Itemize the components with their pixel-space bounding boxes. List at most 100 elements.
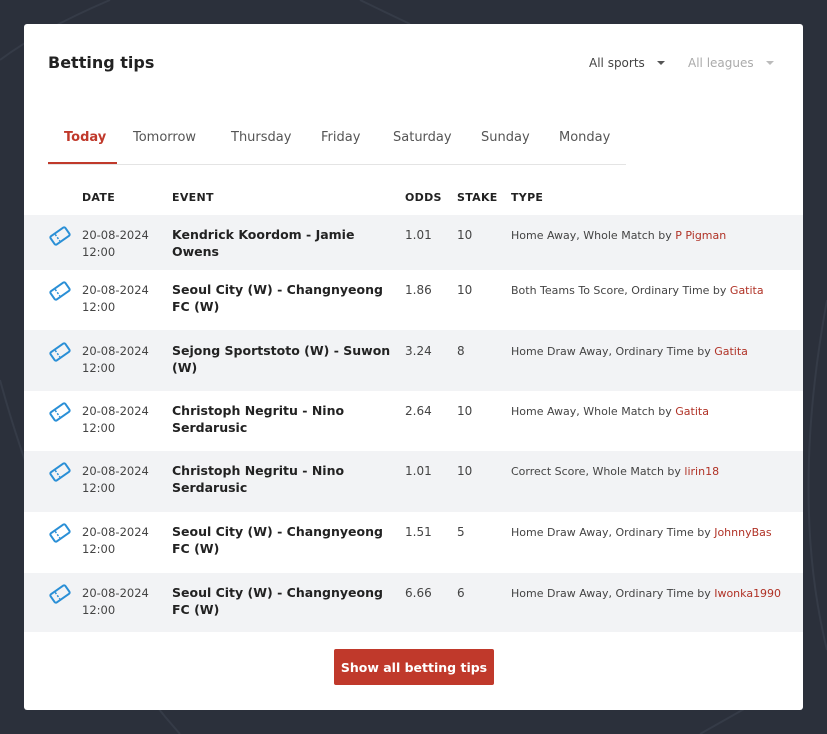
- table-row[interactable]: 20-08-2024 12:00 Christoph Negritu - Nino…: [24, 391, 803, 451]
- tip-stake: 10: [457, 464, 473, 478]
- tip-date-day: 20-08-2024: [82, 228, 149, 242]
- tip-date: 20-08-2024 12:00: [82, 585, 149, 619]
- tipster-link[interactable]: Gatita: [730, 284, 764, 297]
- caret-down-icon: [656, 61, 665, 65]
- tip-date-day: 20-08-2024: [82, 586, 149, 600]
- tip-type-text: Home Draw Away, Ordinary Time by: [511, 345, 715, 358]
- tip-date: 20-08-2024 12:00: [82, 227, 149, 261]
- tip-odds: 6.66: [405, 586, 432, 600]
- tip-time: 12:00: [82, 542, 116, 556]
- tip-date-day: 20-08-2024: [82, 464, 149, 478]
- tip-date: 20-08-2024 12:00: [82, 343, 149, 377]
- tab-thursday[interactable]: Thursday: [231, 130, 291, 145]
- tip-date-day: 20-08-2024: [82, 283, 149, 297]
- tipster-link[interactable]: Iwonka1990: [714, 587, 781, 600]
- tip-odds: 1.01: [405, 464, 432, 478]
- tipster-link[interactable]: P Pigman: [675, 229, 726, 242]
- tip-type-text: Home Away, Whole Match by: [511, 405, 676, 418]
- tip-date-day: 20-08-2024: [82, 404, 149, 418]
- column-header-odds: ODDS: [405, 191, 442, 204]
- tip-type: Correct Score, Whole Match by lirin18: [511, 463, 719, 480]
- column-header-stake: STAKE: [457, 191, 498, 204]
- tip-event[interactable]: Seoul City (W) - Changnyeong FC (W): [172, 523, 394, 557]
- tipster-link[interactable]: JohnnyBas: [714, 526, 771, 539]
- tipster-link[interactable]: lirin18: [684, 465, 719, 478]
- ticket-icon: [49, 281, 71, 301]
- ticket-icon: [49, 584, 71, 604]
- ticket-icon: [49, 226, 71, 246]
- tipster-link[interactable]: Gatita: [714, 345, 748, 358]
- tip-type: Home Draw Away, Ordinary Time by JohnnyB…: [511, 524, 772, 541]
- tab-sunday[interactable]: Sunday: [481, 130, 530, 145]
- tip-date: 20-08-2024 12:00: [82, 524, 149, 558]
- tip-type: Home Draw Away, Ordinary Time by Iwonka1…: [511, 585, 781, 602]
- active-tab-indicator: [48, 162, 117, 164]
- ticket-icon: [49, 402, 71, 422]
- tip-type-text: Correct Score, Whole Match by: [511, 465, 685, 478]
- tip-stake: 6: [457, 586, 465, 600]
- tip-time: 12:00: [82, 481, 116, 495]
- ticket-icon: [49, 523, 71, 543]
- tip-event[interactable]: Seoul City (W) - Changnyeong FC (W): [172, 281, 394, 315]
- tip-time: 12:00: [82, 603, 116, 617]
- tab-friday[interactable]: Friday: [321, 130, 360, 145]
- tip-stake: 10: [457, 228, 473, 242]
- tip-date-day: 20-08-2024: [82, 525, 149, 539]
- table-row[interactable]: 20-08-2024 12:00 Sejong Sportstoto (W) - …: [24, 330, 803, 391]
- leagues-filter-label: All leagues: [688, 56, 754, 70]
- day-tabs: Today Tomorrow Thursday Friday Saturday …: [48, 116, 626, 165]
- tip-date: 20-08-2024 12:00: [82, 403, 149, 437]
- tip-stake: 10: [457, 404, 473, 418]
- tab-monday[interactable]: Monday: [559, 130, 610, 145]
- tip-odds: 1.51: [405, 525, 432, 539]
- tip-odds: 3.24: [405, 344, 432, 358]
- tip-type: Both Teams To Score, Ordinary Time by Ga…: [511, 282, 764, 299]
- tip-type-text: Home Draw Away, Ordinary Time by: [511, 587, 715, 600]
- tab-saturday[interactable]: Saturday: [393, 130, 452, 145]
- tip-event[interactable]: Sejong Sportstoto (W) - Suwon (W): [172, 342, 394, 376]
- tip-event[interactable]: Christoph Negritu - Nino Serdarusic: [172, 402, 394, 436]
- tip-type: Home Draw Away, Ordinary Time by Gatita: [511, 343, 748, 360]
- tip-odds: 2.64: [405, 404, 432, 418]
- tip-event[interactable]: Kendrick Koordom - Jamie Owens: [172, 226, 394, 260]
- ticket-icon: [49, 462, 71, 482]
- tip-date: 20-08-2024 12:00: [82, 463, 149, 497]
- ticket-icon: [49, 342, 71, 362]
- tip-type: Home Away, Whole Match by Gatita: [511, 403, 709, 420]
- tip-time: 12:00: [82, 245, 116, 259]
- caret-down-icon: [765, 61, 774, 65]
- tip-stake: 8: [457, 344, 465, 358]
- widget-title: Betting tips: [48, 53, 155, 72]
- tip-time: 12:00: [82, 300, 116, 314]
- tab-today[interactable]: Today: [64, 130, 106, 145]
- sports-filter-dropdown[interactable]: All sports: [589, 56, 665, 70]
- leagues-filter-dropdown[interactable]: All leagues: [688, 56, 774, 70]
- column-header-date: DATE: [82, 191, 116, 204]
- betting-tips-card: Betting tips All sports All leagues Toda…: [24, 24, 803, 710]
- tip-stake: 5: [457, 525, 465, 539]
- tip-stake: 10: [457, 283, 473, 297]
- tab-tomorrow[interactable]: Tomorrow: [133, 130, 196, 145]
- table-row[interactable]: 20-08-2024 12:00 Christoph Negritu - Nino…: [24, 451, 803, 512]
- tip-odds: 1.01: [405, 228, 432, 242]
- tip-type-text: Home Away, Whole Match by: [511, 229, 676, 242]
- tipster-link[interactable]: Gatita: [675, 405, 709, 418]
- sports-filter-label: All sports: [589, 56, 645, 70]
- tip-type-text: Both Teams To Score, Ordinary Time by: [511, 284, 730, 297]
- tip-type-text: Home Draw Away, Ordinary Time by: [511, 526, 715, 539]
- show-all-tips-button[interactable]: Show all betting tips: [334, 649, 494, 685]
- column-header-event: EVENT: [172, 191, 214, 204]
- table-row[interactable]: 20-08-2024 12:00 Seoul City (W) - Changny…: [24, 573, 803, 632]
- tip-type: Home Away, Whole Match by P Pigman: [511, 227, 726, 244]
- column-header-type: TYPE: [511, 191, 544, 204]
- tip-date: 20-08-2024 12:00: [82, 282, 149, 316]
- tip-time: 12:00: [82, 421, 116, 435]
- table-row[interactable]: 20-08-2024 12:00 Seoul City (W) - Changny…: [24, 512, 803, 573]
- table-row[interactable]: 20-08-2024 12:00 Kendrick Koordom - Jamie…: [24, 215, 803, 270]
- tip-event[interactable]: Christoph Negritu - Nino Serdarusic: [172, 462, 394, 496]
- tip-odds: 1.86: [405, 283, 432, 297]
- table-row[interactable]: 20-08-2024 12:00 Seoul City (W) - Changny…: [24, 270, 803, 330]
- tip-event[interactable]: Seoul City (W) - Changnyeong FC (W): [172, 584, 394, 618]
- tip-date-day: 20-08-2024: [82, 344, 149, 358]
- tip-time: 12:00: [82, 361, 116, 375]
